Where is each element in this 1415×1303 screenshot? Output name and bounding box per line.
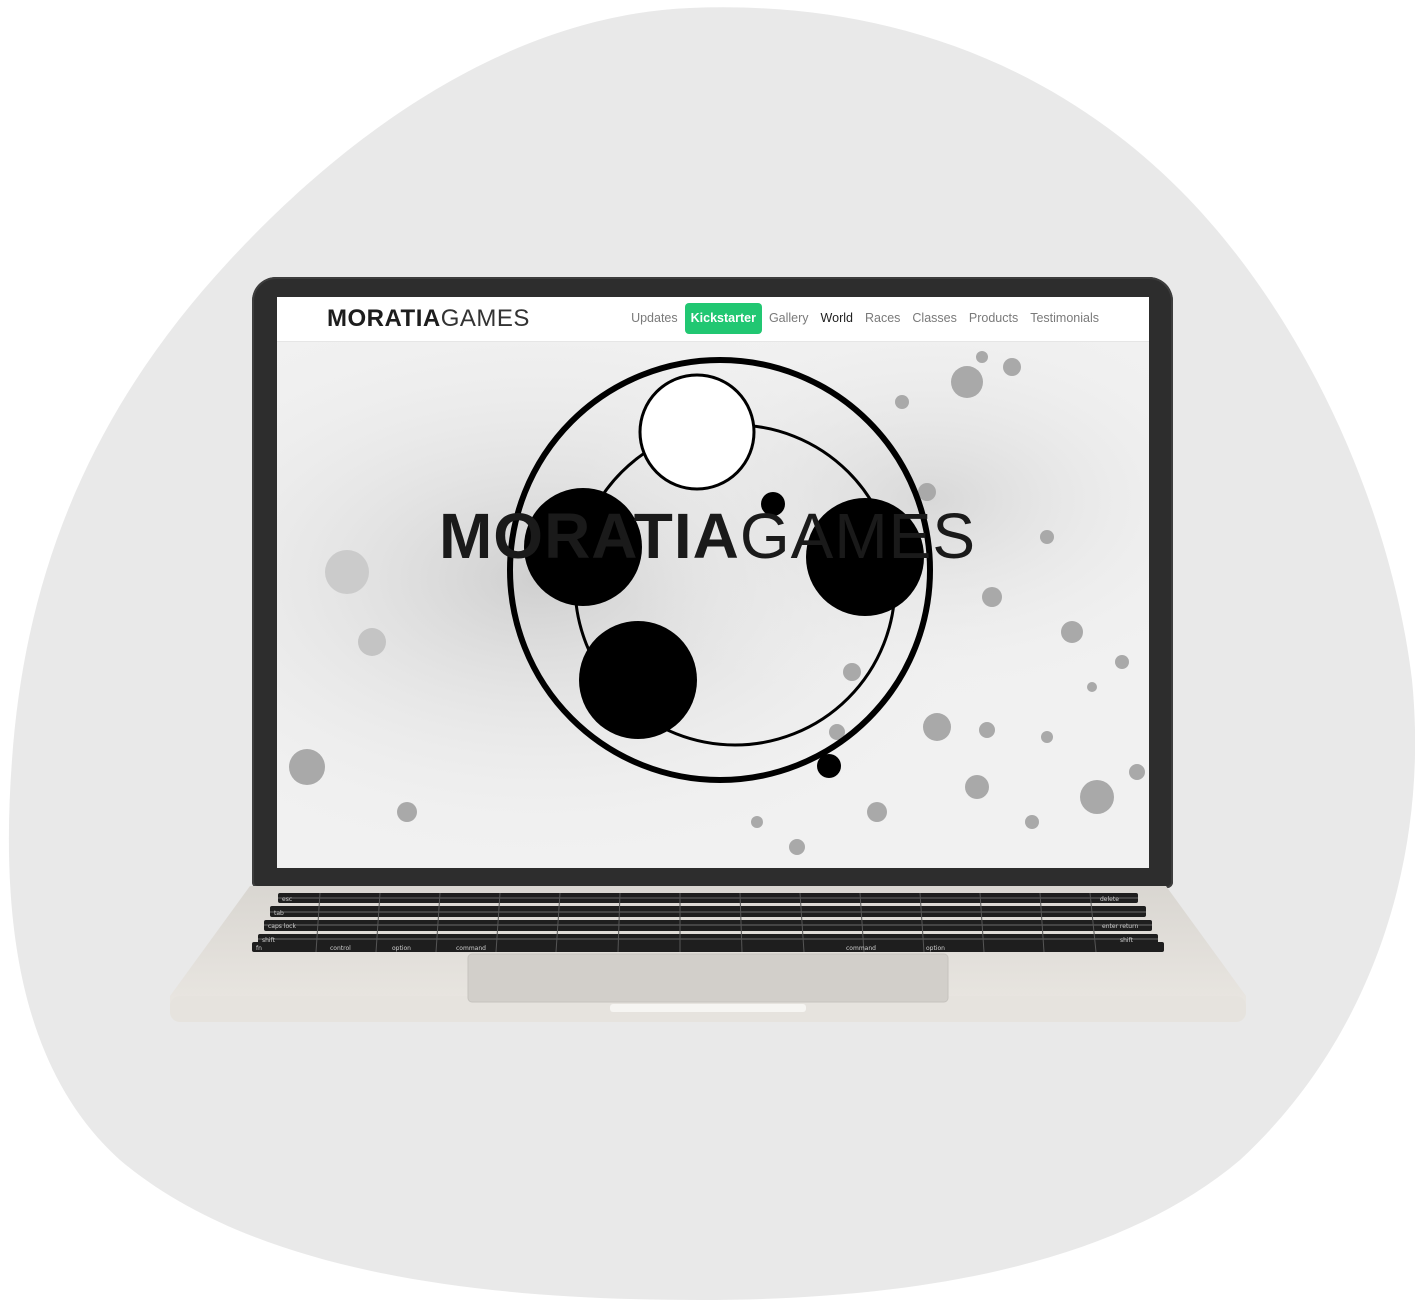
nav-link-gallery[interactable]: Gallery [763,303,815,334]
key-label: esc [282,896,292,903]
browser-viewport: MORATIAGAMES Updates Kickstarter Gallery… [277,297,1149,868]
nav-link-testimonials[interactable]: Testimonials [1024,303,1105,334]
key-label: fn [256,945,262,952]
key-label: enter return [1102,923,1138,930]
hero-title-light: GAMES [739,500,977,572]
key-label: command [456,945,486,952]
trackpad[interactable] [467,953,949,1003]
nav-button-kickstarter[interactable]: Kickstarter [684,303,762,334]
key-label: option [392,945,411,952]
brand-light-text: GAMES [440,305,530,332]
main-nav: Updates Kickstarter Gallery World Races … [625,303,1105,334]
laptop-base: esc delete tab caps lock enter return sh… [170,886,1246,1022]
hero-title-bold: MORATIA [438,500,740,572]
brand-bold-text: MORATIA [327,305,441,332]
nav-link-classes[interactable]: Classes [906,303,962,334]
hero-banner [277,342,1149,868]
nav-link-races[interactable]: Races [859,303,906,334]
key-label: shift [1120,937,1134,944]
key-label: tab [274,910,284,917]
site-navbar: MORATIAGAMES Updates Kickstarter Gallery… [277,297,1149,342]
hero-wordmark: MORATIAGAMES [0,496,1415,576]
site-logo[interactable]: MORATIAGAMES [327,306,530,332]
nav-link-updates[interactable]: Updates [625,303,684,334]
laptop: MORATIAGAMES Updates Kickstarter Gallery… [0,0,1415,1303]
key-label: shift [262,937,276,944]
key-label: control [330,945,351,952]
nav-link-world[interactable]: World [815,303,859,334]
key-label: delete [1100,896,1119,903]
lid-notch [610,1004,806,1012]
nav-link-products[interactable]: Products [963,303,1024,334]
key-label: option [926,945,945,952]
keyboard [252,893,1164,952]
key-label: caps lock [268,923,296,930]
key-label: command [846,945,876,952]
